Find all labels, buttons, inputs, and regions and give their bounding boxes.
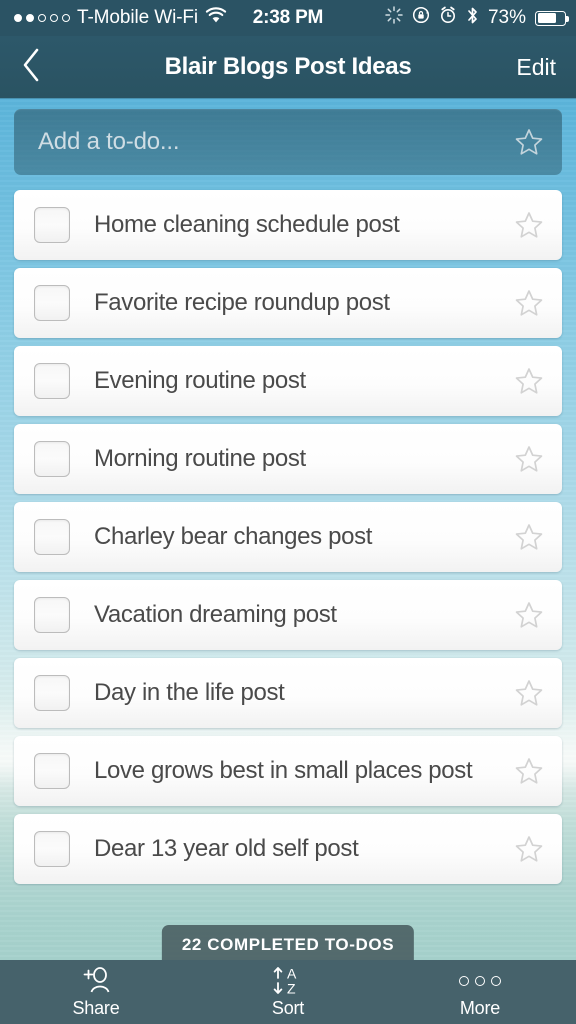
status-bar: T-Mobile Wi-Fi 2:38 PM 73% xyxy=(0,0,576,36)
star-outline-icon[interactable] xyxy=(514,288,544,318)
star-outline-icon[interactable] xyxy=(514,522,544,552)
bottom-toolbar: Share A Z Sort More xyxy=(0,960,576,1024)
star-outline-icon[interactable] xyxy=(514,444,544,474)
sort-az-icon: A Z xyxy=(266,966,310,996)
bluetooth-icon xyxy=(466,6,479,31)
back-button[interactable] xyxy=(0,36,62,98)
status-bar-right: 73% xyxy=(385,6,576,31)
todo-checkbox[interactable] xyxy=(34,831,70,867)
todo-row[interactable]: Home cleaning schedule post xyxy=(14,190,562,260)
star-outline-icon[interactable] xyxy=(514,756,544,786)
star-outline-icon[interactable] xyxy=(514,127,544,157)
todo-row[interactable]: Vacation dreaming post xyxy=(14,580,562,650)
chevron-left-icon xyxy=(21,48,41,87)
battery-percent-label: 73% xyxy=(487,7,526,28)
ellipsis-icon xyxy=(459,966,501,996)
more-button[interactable]: More xyxy=(384,960,576,1024)
todo-row[interactable]: Love grows best in small places post xyxy=(14,736,562,806)
todo-checkbox[interactable] xyxy=(34,675,70,711)
navigation-bar: Blair Blogs Post Ideas Edit xyxy=(0,36,576,98)
star-outline-icon[interactable] xyxy=(514,600,544,630)
svg-text:Z: Z xyxy=(287,980,296,996)
svg-text:A: A xyxy=(287,966,297,982)
edit-button[interactable]: Edit xyxy=(496,36,576,98)
sort-button[interactable]: A Z Sort xyxy=(192,960,384,1024)
todo-row[interactable]: Evening routine post xyxy=(14,346,562,416)
add-person-icon xyxy=(78,966,114,996)
todo-row[interactable]: Day in the life post xyxy=(14,658,562,728)
alarm-clock-icon xyxy=(439,6,457,30)
todo-label: Dear 13 year old self post xyxy=(94,835,359,862)
share-button[interactable]: Share xyxy=(0,960,192,1024)
add-todo-input[interactable]: Add a to-do... xyxy=(14,109,562,175)
star-outline-icon[interactable] xyxy=(514,210,544,240)
todo-label: Charley bear changes post xyxy=(94,523,373,550)
sort-label: Sort xyxy=(271,997,305,1018)
todo-checkbox[interactable] xyxy=(34,597,70,633)
share-label: Share xyxy=(72,997,120,1018)
star-outline-icon[interactable] xyxy=(514,834,544,864)
todo-checkbox[interactable] xyxy=(34,363,70,399)
todo-label: Morning routine post xyxy=(94,445,306,472)
star-outline-icon[interactable] xyxy=(514,678,544,708)
todo-row[interactable]: Favorite recipe roundup post xyxy=(14,268,562,338)
add-todo-row: Add a to-do... xyxy=(0,98,576,186)
todo-label: Love grows best in small places post xyxy=(94,757,473,784)
todo-checkbox[interactable] xyxy=(34,441,70,477)
todo-list: Home cleaning schedule post Favorite reci… xyxy=(0,190,576,892)
todo-label: Favorite recipe roundup post xyxy=(94,289,390,316)
todo-label: Home cleaning schedule post xyxy=(94,211,400,238)
todo-row[interactable]: Morning routine post xyxy=(14,424,562,494)
todo-checkbox[interactable] xyxy=(34,753,70,789)
activity-spinner-icon xyxy=(385,6,403,30)
todo-label: Day in the life post xyxy=(94,679,285,706)
rotation-lock-icon xyxy=(412,6,430,30)
todo-label: Evening routine post xyxy=(94,367,306,394)
star-outline-icon[interactable] xyxy=(514,366,544,396)
page-title: Blair Blogs Post Ideas xyxy=(164,53,412,80)
todo-row[interactable]: Charley bear changes post xyxy=(14,502,562,572)
todo-checkbox[interactable] xyxy=(34,285,70,321)
todo-checkbox[interactable] xyxy=(34,207,70,243)
more-label: More xyxy=(459,997,501,1018)
todo-checkbox[interactable] xyxy=(34,519,70,555)
battery-icon xyxy=(535,10,569,26)
add-todo-placeholder: Add a to-do... xyxy=(38,128,180,155)
todo-label: Vacation dreaming post xyxy=(94,601,337,628)
todo-row[interactable]: Dear 13 year old self post xyxy=(14,814,562,884)
